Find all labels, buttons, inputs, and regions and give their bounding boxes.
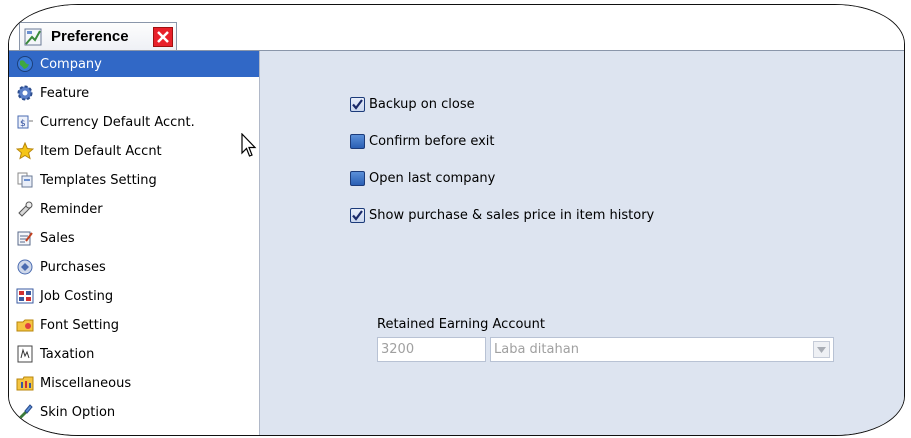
preference-sidebar: Company Feature $ Currency Default Accnt…: [9, 51, 260, 435]
mouse-pointer-icon: [241, 132, 257, 163]
sidebar-item-label: Job Costing: [40, 288, 114, 304]
gear-icon: [16, 84, 34, 102]
sidebar-item-label: Purchases: [40, 259, 106, 275]
templates-icon: [16, 171, 34, 189]
company-settings-panel: Backup on close Confirm before exit Open…: [260, 51, 904, 435]
account-code-value: 3200: [381, 342, 415, 357]
sidebar-item-templates-setting[interactable]: Templates Setting: [9, 167, 259, 193]
option-label: Show purchase & sales price in item hist…: [369, 208, 655, 223]
option-label: Confirm before exit: [369, 134, 495, 149]
taxation-icon: [16, 345, 34, 363]
sidebar-item-skin-option[interactable]: Skin Option: [9, 399, 259, 425]
sidebar-item-company[interactable]: Company: [9, 51, 259, 77]
sidebar-item-currency-default-accnt[interactable]: $ Currency Default Accnt.: [9, 109, 259, 135]
retained-earning-label: Retained Earning Account: [377, 317, 546, 332]
sidebar-item-miscellaneous[interactable]: Miscellaneous: [9, 370, 259, 396]
option-show-purchase-sales-price[interactable]: Show purchase & sales price in item hist…: [350, 208, 654, 223]
sidebar-item-purchases[interactable]: Purchases: [9, 254, 259, 280]
checkbox-unchecked[interactable]: [350, 134, 365, 149]
close-icon[interactable]: [153, 27, 173, 47]
retained-earning-code-field[interactable]: 3200: [377, 337, 486, 362]
tab-preference[interactable]: Preference: [19, 22, 177, 51]
purchases-icon: [16, 258, 34, 276]
skin-icon: [16, 403, 34, 421]
sidebar-item-job-costing[interactable]: Job Costing: [9, 283, 259, 309]
sidebar-item-label: Miscellaneous: [40, 375, 132, 391]
option-confirm-before-exit[interactable]: Confirm before exit: [350, 134, 495, 149]
globe-icon: [16, 55, 34, 73]
job-costing-icon: [16, 287, 34, 305]
sidebar-item-label: Skin Option: [40, 404, 116, 420]
account-name-value: Laba ditahan: [494, 342, 579, 357]
preference-icon: [24, 28, 42, 46]
sidebar-item-label: Currency Default Accnt.: [40, 114, 195, 130]
star-icon: [15, 141, 35, 160]
preference-window: Preference Company Feature $ Currency De…: [8, 4, 905, 436]
sidebar-item-label: Item Default Accnt: [40, 143, 162, 159]
sidebar-item-font-setting[interactable]: Font Setting: [9, 312, 259, 338]
option-label: Backup on close: [369, 97, 475, 112]
sales-icon: [16, 229, 34, 247]
sidebar-item-label: Feature: [40, 85, 90, 101]
sidebar-item-label: Sales: [40, 230, 75, 246]
sidebar-item-sales[interactable]: Sales: [9, 225, 259, 251]
sidebar-item-label: Font Setting: [40, 317, 119, 333]
sidebar-item-label: Taxation: [40, 346, 95, 362]
sidebar-item-label: Company: [40, 56, 102, 72]
font-icon: [16, 316, 34, 334]
currency-icon: $: [16, 113, 34, 131]
checkbox-checked[interactable]: [350, 208, 365, 223]
option-label: Open last company: [369, 171, 496, 186]
retained-earning-account-select[interactable]: Laba ditahan: [490, 337, 834, 362]
option-open-last-company[interactable]: Open last company: [350, 171, 495, 186]
sidebar-item-label: Templates Setting: [40, 172, 157, 188]
svg-text:$: $: [20, 119, 26, 129]
miscellaneous-icon: [16, 374, 34, 392]
checkbox-unchecked[interactable]: [350, 171, 365, 186]
sidebar-item-item-default-accnt[interactable]: Item Default Accnt: [9, 138, 259, 164]
sidebar-item-taxation[interactable]: Taxation: [9, 341, 259, 367]
tab-title: Preference: [51, 28, 129, 45]
reminder-icon: [16, 200, 34, 218]
tab-strip: Preference: [9, 5, 904, 51]
sidebar-item-reminder[interactable]: Reminder: [9, 196, 259, 222]
chevron-down-icon[interactable]: [813, 341, 830, 358]
option-backup-on-close[interactable]: Backup on close: [350, 97, 475, 112]
sidebar-item-feature[interactable]: Feature: [9, 80, 259, 106]
checkbox-checked[interactable]: [350, 97, 365, 112]
sidebar-item-label: Reminder: [40, 201, 103, 217]
